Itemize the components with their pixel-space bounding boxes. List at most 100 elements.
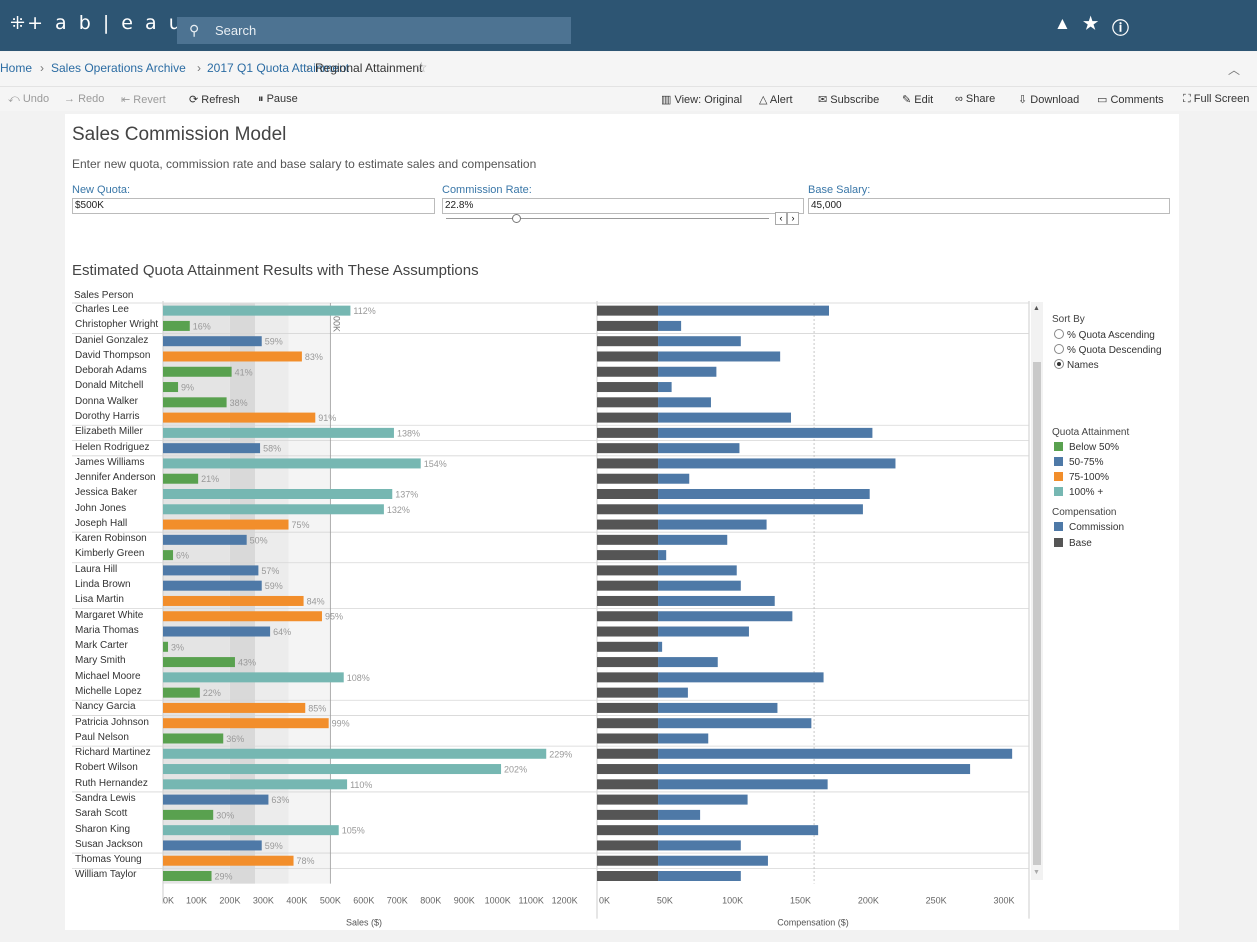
commission-bar — [658, 657, 718, 668]
base-salary-bar — [597, 794, 659, 805]
sales-bar-label: 21% — [201, 474, 219, 484]
sales-bar-label: 132% — [387, 505, 410, 515]
sales-bar-label: 95% — [325, 612, 343, 622]
sales-bar — [163, 504, 384, 515]
comp-axis-tick: 100K — [722, 896, 743, 906]
base-salary-bar — [597, 672, 659, 683]
band-shade — [288, 303, 331, 884]
commission-bar — [658, 565, 737, 576]
base-salary-bar — [597, 580, 659, 591]
base-salary-bar — [597, 550, 659, 561]
commission-bar — [658, 764, 971, 775]
base-salary-bar — [597, 840, 659, 851]
sales-bar-label: 3% — [171, 642, 184, 652]
commission-bar — [658, 550, 667, 561]
commission-bar — [658, 412, 792, 423]
commission-bar — [658, 336, 741, 347]
commission-bar — [658, 443, 740, 454]
chart-scrollbar-thumb[interactable] — [1033, 362, 1041, 865]
scroll-up-arrow-icon[interactable]: ▲ — [1033, 305, 1040, 312]
sales-axis-tick: 0K — [163, 896, 174, 906]
commission-bar — [658, 611, 793, 622]
sort-option-names[interactable]: Names — [1054, 359, 1099, 371]
sales-bar-label: 83% — [305, 352, 323, 362]
base-salary-bar — [597, 565, 659, 576]
commission-bar — [658, 427, 873, 438]
sales-bar — [163, 489, 393, 499]
base-salary-bar — [597, 427, 659, 438]
sales-axis-tick: 900K — [454, 896, 475, 906]
sales-axis-tick: 1200K — [552, 896, 578, 906]
base-salary-bar — [597, 687, 659, 698]
commission-bar — [658, 641, 663, 652]
sales-bar-label: 59% — [265, 841, 283, 851]
base-salary-bar — [597, 412, 659, 423]
legend-base[interactable]: Base — [1054, 538, 1092, 549]
compensation-legend-title: Compensation — [1052, 507, 1117, 518]
comp-axis-tick: 250K — [926, 896, 947, 906]
sales-bar-label: 59% — [265, 581, 283, 591]
sort-option-quota-ascending[interactable]: % Quota Ascending — [1054, 329, 1155, 341]
legend-commission[interactable]: Commission — [1054, 522, 1124, 533]
commission-bar — [658, 519, 767, 530]
radio-selected-icon — [1054, 359, 1064, 369]
comp-axis-tick: 150K — [790, 896, 811, 906]
sales-bar — [163, 840, 262, 851]
sales-bar — [163, 458, 421, 469]
sales-bar — [163, 718, 329, 729]
sales-bar — [163, 626, 271, 637]
sales-bar — [163, 702, 306, 713]
base-salary-bar — [597, 657, 659, 668]
base-salary-bar — [597, 320, 659, 331]
sales-bar — [163, 366, 232, 377]
scroll-down-arrow-icon[interactable]: ▼ — [1033, 869, 1040, 876]
base-salary-bar — [597, 809, 659, 820]
commission-bar — [658, 718, 812, 729]
legend-swatch — [1054, 538, 1063, 547]
sales-bar — [163, 748, 547, 759]
sales-bar-label: 154% — [424, 459, 447, 469]
legend-50-75[interactable]: 50-75% — [1054, 457, 1103, 468]
base-salary-bar — [597, 366, 659, 377]
sort-by-title: Sort By — [1052, 314, 1085, 325]
sales-bar — [163, 412, 316, 423]
base-salary-bar — [597, 626, 659, 637]
commission-bar — [658, 825, 819, 836]
base-salary-bar — [597, 305, 659, 316]
legend-below-50[interactable]: Below 50% — [1054, 442, 1119, 453]
sales-bar-label: 99% — [332, 719, 350, 729]
sales-bar-label: 75% — [292, 520, 310, 530]
sales-axis-tick: 1100K — [518, 896, 543, 906]
legend-100-plus[interactable]: 100% + — [1054, 487, 1103, 498]
base-salary-bar — [597, 641, 659, 652]
commission-bar — [658, 855, 768, 866]
sales-bar-label: 105% — [342, 826, 365, 836]
comp-axis-tick: 50K — [657, 896, 673, 906]
sales-bar-label: 78% — [297, 856, 315, 866]
base-salary-bar — [597, 382, 659, 393]
sales-bar — [163, 809, 214, 820]
sales-bar-label: 30% — [216, 810, 234, 820]
sales-bar — [163, 672, 344, 683]
commission-bar — [658, 672, 824, 683]
sales-bar — [163, 534, 247, 545]
base-salary-bar — [597, 504, 659, 515]
sales-bar — [163, 427, 394, 438]
sales-bar-label: 63% — [271, 795, 289, 805]
sales-bar-label: 108% — [347, 673, 370, 683]
sales-bar — [163, 733, 224, 744]
base-salary-bar — [597, 443, 659, 454]
sales-bar — [163, 779, 348, 790]
commission-bar — [658, 626, 749, 637]
legend-75-100[interactable]: 75-100% — [1054, 472, 1109, 483]
sales-bar-label: 229% — [549, 749, 572, 759]
sales-bar-label: 16% — [193, 321, 211, 331]
quota-chart: $500K 112%16%59%83%41%9%38%91%138%58%154%… — [72, 301, 1030, 928]
sales-bar-label: 85% — [308, 703, 326, 713]
sort-option-quota-descending[interactable]: % Quota Descending — [1054, 344, 1162, 356]
commission-bar — [658, 366, 717, 377]
base-salary-bar — [597, 764, 659, 775]
sales-axis-tick: 400K — [286, 896, 307, 906]
sales-axis-tick: 500K — [320, 896, 341, 906]
legend-swatch — [1054, 442, 1063, 451]
